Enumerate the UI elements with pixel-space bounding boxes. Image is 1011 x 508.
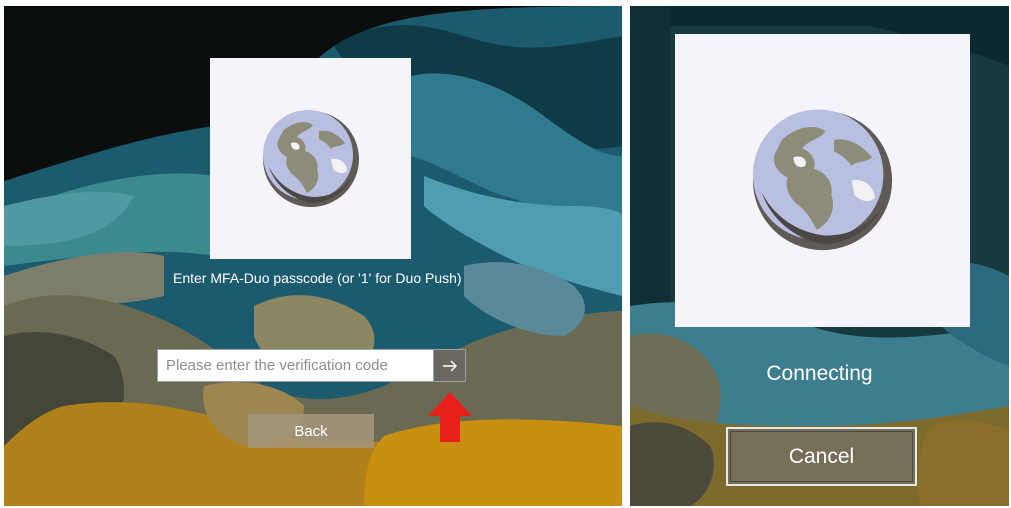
logo-tile <box>675 34 970 327</box>
red-up-arrow-icon <box>428 392 472 442</box>
logo-tile <box>210 58 411 259</box>
mfa-passcode-screen: Enter MFA-Duo passcode (or '1' for Duo P… <box>4 6 622 506</box>
back-button[interactable]: Back <box>248 414 374 448</box>
verification-code-row <box>157 349 466 382</box>
connecting-screen: Connecting Cancel <box>630 6 1009 506</box>
submit-button[interactable] <box>433 349 466 382</box>
passcode-prompt: Enter MFA-Duo passcode (or '1' for Duo P… <box>173 270 462 286</box>
globe-icon <box>752 109 893 251</box>
verification-code-input[interactable] <box>157 349 433 382</box>
cancel-button[interactable]: Cancel <box>726 427 917 486</box>
connecting-status: Connecting <box>766 362 873 385</box>
globe-icon <box>262 109 359 207</box>
arrow-right-icon <box>442 360 457 371</box>
